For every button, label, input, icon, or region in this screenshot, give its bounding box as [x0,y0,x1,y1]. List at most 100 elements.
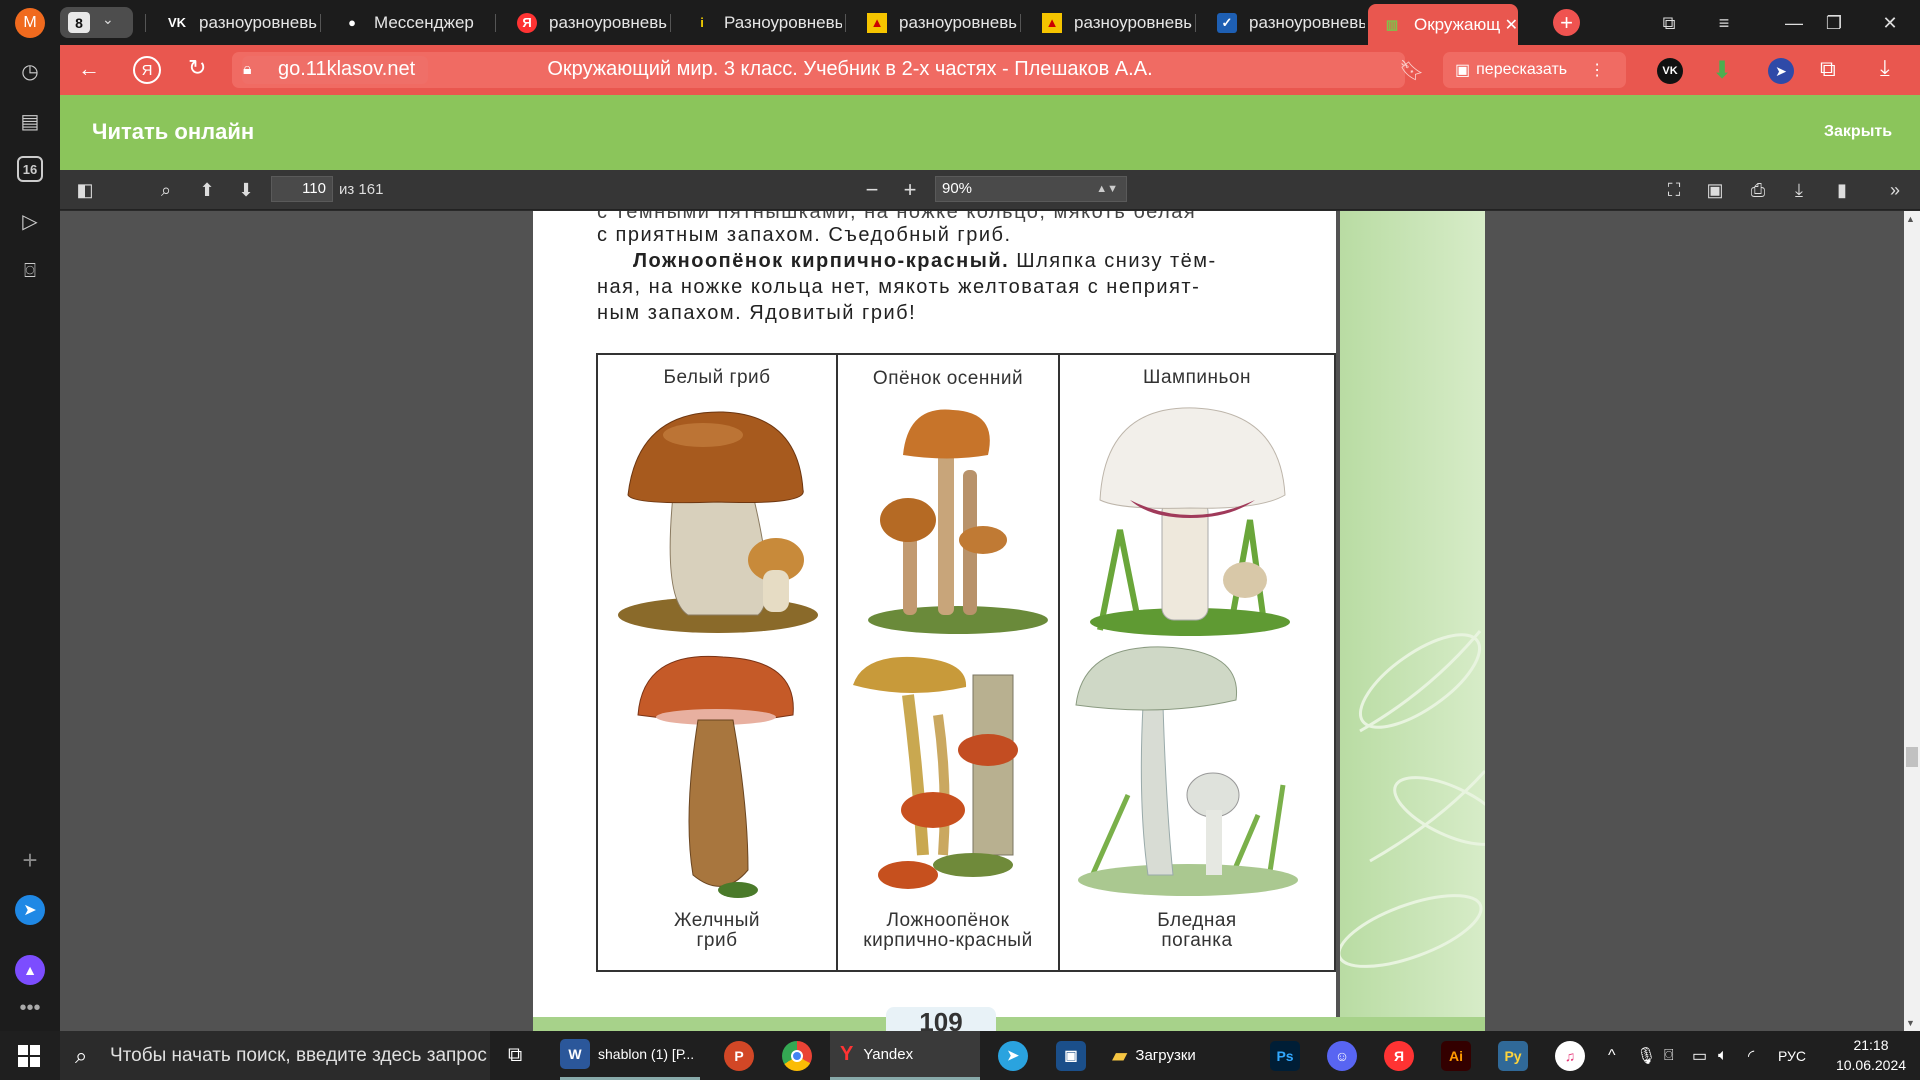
previous-page-icon[interactable]: ⬆ [195,178,219,202]
tab-6[interactable]: ▲ разноуровневые [1022,6,1192,39]
scroll-up-icon[interactable]: ▲ [1906,214,1915,224]
page-decoration [1337,211,1507,1031]
itunes-icon[interactable]: ♫ [1555,1031,1585,1080]
search-placeholder: Чтобы начать поиск, введите здесь запрос [110,1044,487,1066]
yandex-images-icon: ▲ [1042,12,1062,33]
collections-icon[interactable]: ▤ [15,106,45,136]
tab-7[interactable]: ✓ разноуровневые [1197,6,1365,39]
tab-5[interactable]: ▲ разноуровневые [847,6,1017,39]
minimize-icon[interactable]: — [1780,9,1808,37]
caption-line: поганка [1161,930,1233,951]
save-icon[interactable]: ⤓ [1787,178,1811,202]
battery-icon[interactable]: ▭ [1692,1031,1707,1080]
caption-line: Бледная [1157,910,1237,931]
cursor-extension-icon[interactable]: ➤ [1768,58,1794,84]
scrollbar[interactable] [1904,211,1920,1031]
kebab-icon[interactable]: ⋮ [1589,60,1605,80]
close-window-icon[interactable]: ✕ [1876,9,1904,37]
taskbar-word[interactable]: Wshablon (1) [Р... [560,1031,700,1080]
bookmarks-panel-icon[interactable]: ⧉ [1655,9,1683,37]
network-icon[interactable]: ◜ [1748,1031,1754,1080]
reader-close-link[interactable]: Закрыть [1824,123,1892,141]
sidebar-toggle-icon[interactable]: ◧ [73,178,97,202]
back-arrow-icon[interactable]: ← [78,56,100,82]
volume-icon[interactable]: 🔈︎ [1718,1031,1728,1080]
next-page-icon[interactable]: ⬇ [234,178,258,202]
page-count: из 161 [339,181,384,198]
bookmark-page-icon[interactable]: ▮ [1830,178,1854,202]
scrollbar-thumb[interactable] [1906,747,1918,767]
illustrator-icon[interactable]: Ai [1441,1031,1471,1080]
messenger-sidebar-icon[interactable]: ➤ [15,895,45,925]
tray-overflow-icon[interactable]: ^ [1608,1031,1616,1080]
zoom-in-icon[interactable]: + [898,177,922,202]
yandex-icon: Я [517,12,537,33]
tab-1[interactable]: VK разноуровневые [147,6,317,39]
language-indicator[interactable]: РУС [1778,1031,1806,1080]
open-file-icon[interactable]: ▣ [1703,178,1727,202]
downloads-icon[interactable]: ⤓ [1880,55,1890,81]
tab-2[interactable]: ● Мессенджер [322,6,492,39]
alice-icon[interactable]: ▲ [15,955,45,985]
print-icon[interactable]: ⎙ [1746,178,1770,202]
tab-3[interactable]: Я разноуровневые [497,6,667,39]
telegram-icon[interactable]: ➤ [998,1031,1028,1080]
video-play-icon[interactable]: ▷ [15,206,45,236]
windows-start-icon[interactable] [18,1031,40,1080]
calendar-icon[interactable]: 16 [17,156,43,182]
history-icon[interactable]: ◷ [15,56,45,86]
pdf-viewer[interactable]: с тёмными пятнышками, на ножке кольцо, м… [60,211,1904,1031]
text-line: с приятным запахом. Съедобный гриб. [597,224,1012,246]
microphone-icon[interactable]: 🎙︎ [1636,1031,1656,1080]
more-icon[interactable]: ••• [15,993,45,1023]
profile-avatar[interactable]: M [15,8,45,38]
reader-title: Читать онлайн [92,119,255,144]
new-tab-button[interactable]: + [1553,9,1580,36]
chrome-icon[interactable] [782,1031,812,1080]
select-arrows-icon: ▲▼ [1096,183,1118,195]
discord-icon[interactable]: ☺ [1327,1031,1357,1080]
powerpoint-icon[interactable]: P [724,1031,754,1080]
zoom-out-icon[interactable]: − [860,177,884,202]
retell-button[interactable]: ▣ пересказать ⋮ [1443,52,1626,88]
tab-counter-button[interactable]: 8 ⌄ [60,7,133,38]
extensions-icon[interactable]: ⧉ [1820,56,1836,82]
search-icon[interactable]: ⌕ [154,178,178,202]
screenshot-icon[interactable]: ⌼ [15,256,45,286]
bookmark-icon[interactable]: 🔖︎ [1399,58,1424,83]
tab-label: разноуровневые [1074,12,1192,32]
photoshop-icon[interactable]: Ps [1270,1031,1300,1080]
camera-icon[interactable]: ⌼ [1664,1031,1674,1080]
divider [495,14,496,32]
mushroom-caption: Бледная поганка [1060,911,1334,951]
fullscreen-icon[interactable]: ⛶ [1662,178,1686,202]
python-icon[interactable]: Py [1498,1031,1528,1080]
divider [845,14,846,32]
taskbar-yandex-label: Yandex [863,1045,914,1063]
porcini-image [618,411,818,633]
menu-icon[interactable]: ≡ [1710,9,1738,37]
close-tab-icon[interactable]: ✕ [1505,15,1518,35]
task-view-icon[interactable]: ⧉ [508,1031,522,1080]
browser-sidebar [0,45,60,1031]
tab-4[interactable]: i Разноуровневые [672,6,842,39]
tab-8-active[interactable]: ▥ Окружающий ✕ [1368,4,1518,45]
taskbar-search[interactable]: Чтобы начать поиск, введите здесь запрос [60,1031,490,1080]
taskbar-downloads[interactable]: ▰ Загрузки [1112,1031,1252,1080]
more-tools-icon[interactable]: » [1883,178,1907,202]
yandex-app-icon[interactable]: Я [1384,1031,1414,1080]
yandex-logo-icon[interactable]: Я [133,56,161,84]
vk-extension-icon[interactable]: VK [1657,58,1683,84]
reload-icon[interactable]: ↻ [188,55,206,81]
add-panel-icon[interactable]: + [15,845,45,875]
zoom-select[interactable]: 90% ▲▼ [935,176,1127,202]
tab-label: Разноуровневые [724,12,842,32]
restore-icon[interactable]: ❐ [1820,9,1848,37]
taskbar-yandex[interactable]: Y Yandex [830,1031,980,1080]
mushroom-caption: Шампиньон [1143,367,1251,388]
system-clock[interactable]: 21:18 10.06.2024 [1830,1035,1912,1075]
remote-desktop-icon[interactable]: ▣ [1056,1031,1086,1080]
scroll-down-icon[interactable]: ▼ [1906,1018,1915,1028]
download-extension-icon[interactable]: ⬇ [1712,56,1732,85]
page-number-input[interactable]: 110 [271,176,333,202]
